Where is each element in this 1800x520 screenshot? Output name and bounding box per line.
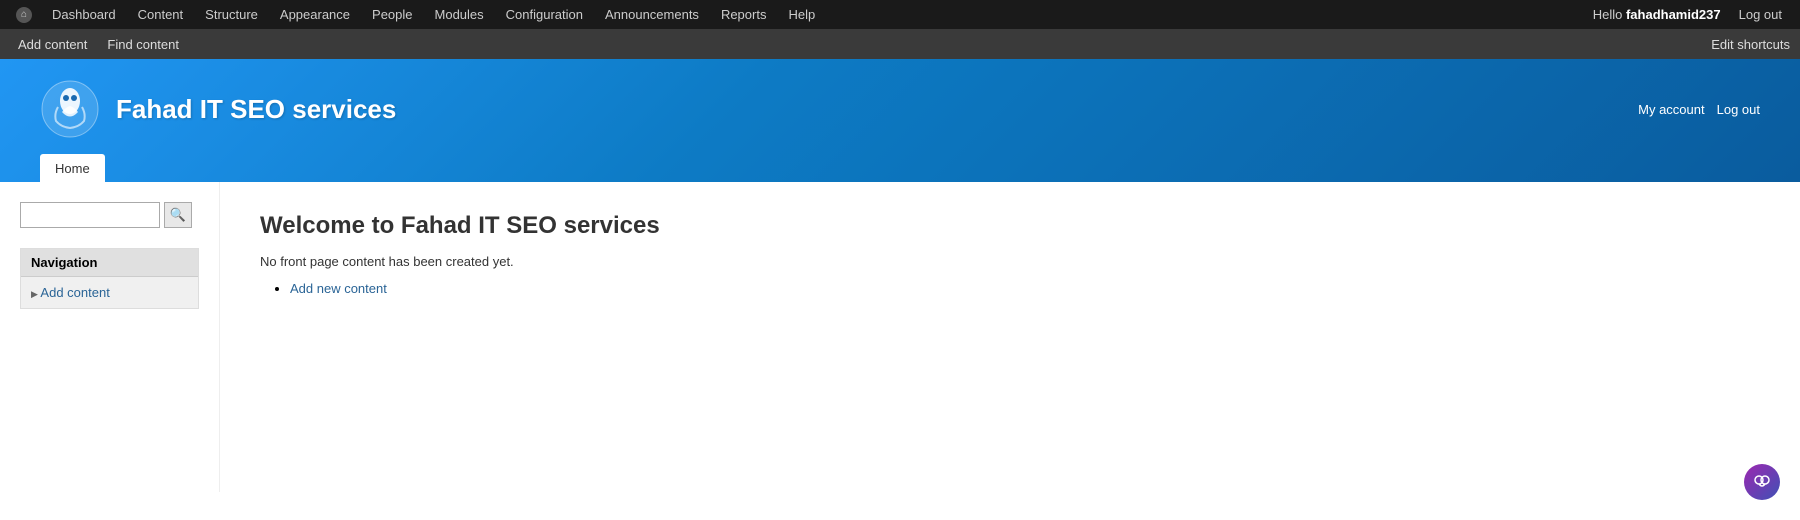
site-title: Fahad IT SEO services — [116, 94, 396, 125]
toolbar-item-people[interactable]: People — [362, 0, 422, 29]
toolbar-item-configuration[interactable]: Configuration — [496, 0, 593, 29]
find-content-shortcut[interactable]: Find content — [99, 30, 187, 58]
add-new-content-link[interactable]: Add new content — [290, 281, 387, 296]
nav-tab-home[interactable]: Home — [40, 154, 105, 182]
search-button[interactable]: 🔍 — [164, 202, 192, 228]
shortcuts-bar: Add content Find content Edit shortcuts — [0, 29, 1800, 59]
header-account-links: My account Log out — [1638, 102, 1760, 117]
sidebar-nav-list: Add content — [21, 277, 198, 308]
no-content-message: No front page content has been created y… — [260, 254, 1760, 269]
add-content-list: Add new content — [290, 281, 1760, 296]
toolbar-hello-text: Hello fahadhamid237 — [1593, 7, 1721, 22]
sidebar: 🔍 Navigation Add content — [0, 182, 220, 492]
toolbar-logout-button[interactable]: Log out — [1729, 0, 1792, 29]
hello-label: Hello — [1593, 7, 1626, 22]
content-area: Welcome to Fahad IT SEO services No fron… — [220, 182, 1800, 492]
add-content-shortcut[interactable]: Add content — [10, 30, 95, 58]
toolbar-item-content[interactable]: Content — [128, 0, 194, 29]
home-toolbar-button[interactable]: ⌂ — [8, 0, 40, 29]
page-title: Welcome to Fahad IT SEO services — [260, 212, 1760, 240]
toolbar-right: Hello fahadhamid237 Log out — [1593, 0, 1792, 29]
header-top: Fahad IT SEO services My account Log out — [0, 79, 1800, 154]
shortcuts-left: Add content Find content — [10, 30, 187, 58]
sidebar-nav-block: Navigation Add content — [20, 248, 199, 309]
toolbar-item-reports[interactable]: Reports — [711, 0, 777, 29]
toolbar-item-modules[interactable]: Modules — [425, 0, 494, 29]
toolbar-item-structure[interactable]: Structure — [195, 0, 268, 29]
toolbar-left: ⌂ Dashboard Content Structure Appearance… — [8, 0, 1593, 29]
logout-link[interactable]: Log out — [1717, 102, 1760, 117]
home-icon: ⌂ — [16, 7, 32, 23]
search-icon: 🔍 — [170, 207, 186, 223]
primary-nav: Home — [0, 154, 1800, 182]
toolbar-item-dashboard[interactable]: Dashboard — [42, 0, 126, 29]
site-header: Fahad IT SEO services My account Log out… — [0, 59, 1800, 182]
toolbar-item-announcements[interactable]: Announcements — [595, 0, 709, 29]
list-item: Add content — [31, 283, 188, 302]
toolbar-item-help[interactable]: Help — [778, 0, 825, 29]
search-input[interactable] — [20, 202, 160, 228]
toolbar-item-appearance[interactable]: Appearance — [270, 0, 360, 29]
sidebar-nav-title: Navigation — [21, 249, 198, 277]
bottom-right-widget[interactable] — [1744, 464, 1780, 500]
main-wrapper: 🔍 Navigation Add content Welcome to Faha… — [0, 182, 1800, 492]
add-content-nav-link[interactable]: Add content — [40, 285, 109, 300]
drupal-logo-icon — [40, 79, 100, 139]
username-label: fahadhamid237 — [1626, 7, 1721, 22]
edit-shortcuts-link[interactable]: Edit shortcuts — [1711, 37, 1790, 52]
brain-icon — [1752, 472, 1772, 492]
admin-toolbar: ⌂ Dashboard Content Structure Appearance… — [0, 0, 1800, 29]
list-item: Add new content — [290, 281, 1760, 296]
my-account-link[interactable]: My account — [1638, 102, 1704, 117]
site-branding: Fahad IT SEO services — [40, 79, 396, 139]
search-box: 🔍 — [20, 202, 199, 228]
